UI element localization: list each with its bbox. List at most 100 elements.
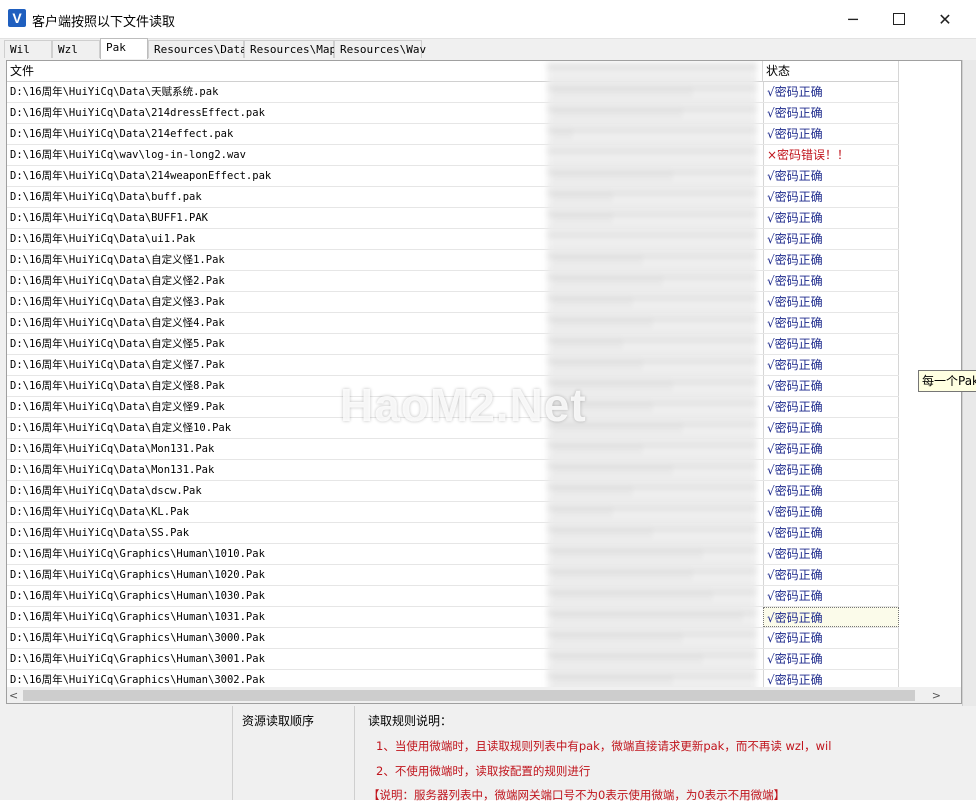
maximize-icon [893,13,905,25]
read-order-panel[interactable]: 资源读取顺序 [234,706,355,800]
tooltip: 每一个Pak [918,370,976,392]
status-ok-cell: √密码正确 [763,334,899,354]
status-ok-cell: √密码正确 [763,565,899,585]
file-path-cell: D:\16周年\HuiYiCq\Data\Mon131.Pak [10,443,215,455]
status-ok-cell: √密码正确 [763,628,899,648]
rule-2: 2、不使用微端时，读取按配置的规则进行 [376,764,591,778]
table-row[interactable]: D:\16周年\HuiYiCq\Data\ui1.Pak √密码正确 [7,229,899,250]
scroll-thumb[interactable] [23,690,915,701]
status-ok-cell: √密码正确 [763,502,899,522]
file-path-cell: D:\16周年\HuiYiCq\Data\dscw.Pak [10,485,202,497]
table-row[interactable]: D:\16周年\HuiYiCq\Data\KL.Pak √密码正确 [7,502,899,523]
title-bar[interactable]: V 客户端按照以下文件读取 ─ ✕ [0,0,976,39]
bottom-left-panel [6,706,233,800]
file-path-cell: D:\16周年\HuiYiCq\Data\自定义怪7.Pak [10,359,225,371]
status-ok-cell: √密码正确 [763,229,899,249]
file-path-cell: D:\16周年\HuiYiCq\Data\214dressEffect.pak [10,107,265,119]
tab-pak[interactable]: Pak [100,38,148,59]
status-ok-cell: √密码正确 [763,439,899,459]
file-path-cell: D:\16周年\HuiYiCq\Data\ui1.Pak [10,233,196,245]
status-ok-cell: √密码正确 [763,460,899,480]
column-header-status[interactable]: 状态 [763,61,899,82]
file-read-window: V 客户端按照以下文件读取 ─ ✕ Wil Wzl Pak Resources\… [0,0,976,802]
table-row[interactable]: D:\16周年\HuiYiCq\Data\buff.pak √密码正确 [7,187,899,208]
status-ok-cell: √密码正确 [763,586,899,606]
status-ok-cell: √密码正确 [763,376,899,396]
status-ok-cell: √密码正确 [763,607,899,627]
bottom-panel: 资源读取顺序 读取规则说明： 1、当使用微端时，且读取规则列表中有pak，微端直… [0,706,976,802]
status-ok-cell: √密码正确 [763,166,899,186]
watermark: HaoM2.Net [340,379,587,431]
status-ok-cell: √密码正确 [763,103,899,123]
tab-wil[interactable]: Wil [4,40,52,58]
tab-wzl[interactable]: Wzl [52,40,100,58]
table-row[interactable]: D:\16周年\HuiYiCq\Data\BUFF1.PAK √密码正确 [7,208,899,229]
file-path-cell: D:\16周年\HuiYiCq\Data\buff.pak [10,191,202,203]
table-row[interactable]: D:\16周年\HuiYiCq\Graphics\Human\1031.Pak √… [7,607,899,628]
status-ok-cell: √密码正确 [763,292,899,312]
minimize-button[interactable]: ─ [830,0,876,38]
status-ok-cell: √密码正确 [763,397,899,417]
table-row[interactable]: D:\16周年\HuiYiCq\Data\SS.Pak √密码正确 [7,523,899,544]
tab-resources-map[interactable]: Resources\Map [244,40,336,58]
file-path-cell: D:\16周年\HuiYiCq\Graphics\Human\1031.Pak [10,611,265,623]
status-ok-cell: √密码正确 [763,82,899,102]
app-icon: V [8,9,26,27]
status-ok-cell: √密码正确 [763,250,899,270]
status-ok-cell: √密码正确 [763,124,899,144]
table-row[interactable]: D:\16周年\HuiYiCq\Graphics\Human\1020.Pak √… [7,565,899,586]
file-path-cell: D:\16周年\HuiYiCq\Data\自定义怪5.Pak [10,338,225,350]
tab-resources-wav[interactable]: Resources\Wav [334,40,426,58]
window-title: 客户端按照以下文件读取 [32,15,176,30]
table-row[interactable]: D:\16周年\HuiYiCq\Data\自定义怪3.Pak √密码正确 [7,292,899,313]
file-path-cell: D:\16周年\HuiYiCq\Data\Mon131.Pak [10,464,215,476]
rules-title: 读取规则说明： [368,714,453,728]
table-row[interactable]: D:\16周年\HuiYiCq\Data\自定义怪4.Pak √密码正确 [7,313,899,334]
status-ok-cell: √密码正确 [763,523,899,543]
table-row[interactable]: D:\16周年\HuiYiCq\Data\自定义怪1.Pak √密码正确 [7,250,899,271]
table-row[interactable]: D:\16周年\HuiYiCq\Graphics\Human\1030.Pak √… [7,586,899,607]
status-ok-cell: √密码正确 [763,187,899,207]
table-row[interactable]: D:\16周年\HuiYiCq\wav\log-in-long2.wav ×密码错… [7,145,899,166]
file-path-cell: D:\16周年\HuiYiCq\Data\214effect.pak [10,128,234,140]
table-row[interactable]: D:\16周年\HuiYiCq\Data\214effect.pak √密码正确 [7,124,899,145]
file-path-cell: D:\16周年\HuiYiCq\Graphics\Human\1030.Pak [10,590,265,602]
file-path-cell: D:\16周年\HuiYiCq\wav\log-in-long2.wav [10,149,246,161]
table-row[interactable]: D:\16周年\HuiYiCq\Data\天赋系统.pak √密码正确 [7,82,899,103]
file-path-cell: D:\16周年\HuiYiCq\Data\BUFF1.PAK [10,212,209,224]
tab-resources-data[interactable]: Resources\Data [148,40,247,58]
status-ok-cell: √密码正确 [763,271,899,291]
file-path-cell: D:\16周年\HuiYiCq\Data\214weaponEffect.pak [10,170,272,182]
table-row[interactable]: D:\16周年\HuiYiCq\Data\214weaponEffect.pak… [7,166,899,187]
table-row[interactable]: D:\16周年\HuiYiCq\Data\自定义怪7.Pak √密码正确 [7,355,899,376]
table-row[interactable]: D:\16周年\HuiYiCq\Graphics\Human\3000.Pak √… [7,628,899,649]
status-ok-cell: √密码正确 [763,418,899,438]
status-error-cell: ×密码错误！！ [763,145,899,165]
file-path-cell: D:\16周年\HuiYiCq\Data\自定义怪1.Pak [10,254,225,266]
file-path-cell: D:\16周年\HuiYiCq\Data\自定义怪4.Pak [10,317,225,329]
scroll-left-icon[interactable]: < [9,689,18,702]
status-ok-cell: √密码正确 [763,355,899,375]
status-ok-cell: √密码正确 [763,481,899,501]
file-path-cell: D:\16周年\HuiYiCq\Data\自定义怪2.Pak [10,275,225,287]
status-ok-cell: √密码正确 [763,313,899,333]
scroll-right-icon[interactable]: > [932,689,941,702]
horizontal-scrollbar[interactable]: < > [7,687,961,703]
table-row[interactable]: D:\16周年\HuiYiCq\Data\自定义怪5.Pak √密码正确 [7,334,899,355]
close-icon: ✕ [938,9,952,29]
file-path-cell: D:\16周年\HuiYiCq\Graphics\Human\3001.Pak [10,653,265,665]
table-row[interactable]: D:\16周年\HuiYiCq\Data\Mon131.Pak √密码正确 [7,439,899,460]
status-ok-cell: √密码正确 [763,649,899,669]
file-path-cell: D:\16周年\HuiYiCq\Data\SS.Pak [10,527,190,539]
rule-note: 【说明：服务器列表中，微端网关端口号不为0表示使用微端，为0表示不用微端】 [368,788,786,802]
table-row[interactable]: D:\16周年\HuiYiCq\Data\214dressEffect.pak √… [7,103,899,124]
table-row[interactable]: D:\16周年\HuiYiCq\Data\dscw.Pak √密码正确 [7,481,899,502]
table-row[interactable]: D:\16周年\HuiYiCq\Graphics\Human\1010.Pak √… [7,544,899,565]
file-path-cell: D:\16周年\HuiYiCq\Data\KL.Pak [10,506,190,518]
table-row[interactable]: D:\16周年\HuiYiCq\Data\Mon131.Pak √密码正确 [7,460,899,481]
table-row[interactable]: D:\16周年\HuiYiCq\Graphics\Human\3001.Pak √… [7,649,899,670]
read-order-title: 资源读取顺序 [242,714,315,728]
table-row[interactable]: D:\16周年\HuiYiCq\Data\自定义怪2.Pak √密码正确 [7,271,899,292]
maximize-button[interactable] [876,0,922,38]
close-button[interactable]: ✕ [922,0,968,38]
